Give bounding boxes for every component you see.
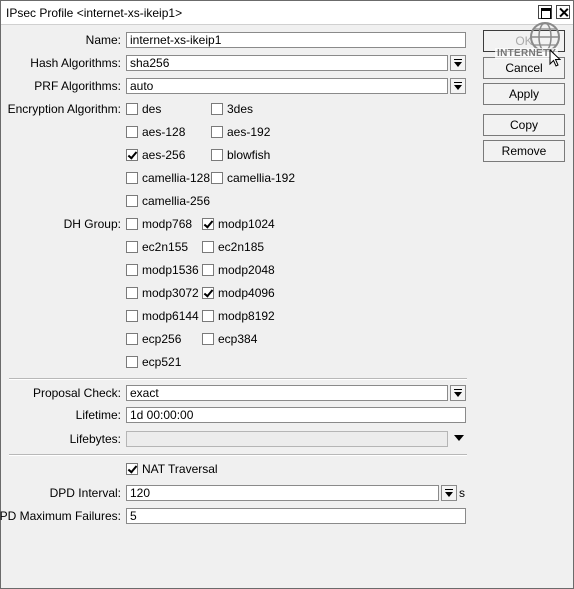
encryption-camellia-128-checkbox[interactable] xyxy=(126,172,138,184)
encryption-camellia-256-label: camellia-256 xyxy=(142,194,211,208)
proposal-check-select[interactable]: exact xyxy=(126,385,448,401)
encryption-des-label: des xyxy=(142,102,162,116)
dh-group-ecp384-label: ecp384 xyxy=(218,332,258,346)
remove-button[interactable]: Remove xyxy=(483,140,565,162)
hash-algorithms-label: Hash Algorithms: xyxy=(30,56,121,70)
dh-group-ecp521-label: ecp521 xyxy=(142,355,182,369)
dh-group-modp768-checkbox[interactable] xyxy=(126,218,138,230)
dh-group-modp2048-label: modp2048 xyxy=(218,263,275,277)
prf-algorithms-select[interactable]: auto xyxy=(126,78,448,94)
encryption-des-checkbox[interactable] xyxy=(126,103,138,115)
dh-group-modp6144-label: modp6144 xyxy=(142,309,199,323)
close-icon[interactable] xyxy=(556,5,570,19)
encryption-camellia-192-checkbox[interactable] xyxy=(211,172,223,184)
dpd-interval-label: DPD Interval: xyxy=(49,486,121,500)
ipsec-profile-window: IPsec Profile <internet-xs-ikeip1> Name:… xyxy=(0,0,574,589)
dh-group-modp1024-label: modp1024 xyxy=(218,217,275,231)
dh-group-modp1536-label: modp1536 xyxy=(142,263,199,277)
dh-group-modp8192-label: modp8192 xyxy=(218,309,275,323)
dh-group-ecp256-label: ecp256 xyxy=(142,332,182,346)
encryption-algorithm-label: Encryption Algorithm: xyxy=(7,102,121,116)
encryption-blowfish-checkbox[interactable] xyxy=(211,149,223,161)
dpd-maximum-failures-label: DPD Maximum Failures: xyxy=(0,509,121,523)
encryption-3des-label: 3des xyxy=(227,102,254,116)
dh-group-ec2n185-label: ec2n185 xyxy=(218,240,265,254)
encryption-aes-128-label: aes-128 xyxy=(142,125,186,139)
encryption-camellia-128-label: camellia-128 xyxy=(142,171,211,185)
proposal-check-dropdown-icon[interactable] xyxy=(450,385,466,401)
nat-traversal-label: NAT Traversal xyxy=(142,462,218,476)
name-input[interactable]: internet-xs-ikeip1 xyxy=(126,32,466,48)
proposal-check-label: Proposal Check: xyxy=(32,386,121,400)
dh-group-modp1024-checkbox[interactable] xyxy=(202,218,214,230)
dh-group-ecp256-checkbox[interactable] xyxy=(126,333,138,345)
lifebytes-expand-icon[interactable] xyxy=(454,435,464,441)
hash-algorithms-dropdown-icon[interactable] xyxy=(450,55,466,71)
dh-group-modp8192-checkbox[interactable] xyxy=(202,310,214,322)
dh-group-modp768-label: modp768 xyxy=(142,217,193,231)
dpd-interval-dropdown-icon[interactable] xyxy=(441,485,457,501)
separator xyxy=(9,378,467,380)
encryption-blowfish-label: blowfish xyxy=(227,148,271,162)
title-bar[interactable]: IPsec Profile <internet-xs-ikeip1> xyxy=(1,1,573,25)
name-label: Name: xyxy=(85,33,121,47)
lifebytes-input[interactable] xyxy=(126,431,448,447)
dh-group-ec2n155-label: ec2n155 xyxy=(142,240,189,254)
nat-traversal-checkbox[interactable] xyxy=(126,463,138,475)
dpd-interval-input[interactable]: 120 xyxy=(126,485,439,501)
dh-group-ec2n155-checkbox[interactable] xyxy=(126,241,138,253)
lifetime-input[interactable]: 1d 00:00:00 xyxy=(126,407,466,423)
mouse-cursor-icon xyxy=(549,49,562,67)
maximize-icon[interactable] xyxy=(538,5,552,19)
window-title: IPsec Profile <internet-xs-ikeip1> xyxy=(6,6,183,20)
encryption-camellia-192-label: camellia-192 xyxy=(227,171,296,185)
copy-button[interactable]: Copy xyxy=(483,114,565,136)
dh-group-modp2048-checkbox[interactable] xyxy=(202,264,214,276)
dh-group-modp3072-label: modp3072 xyxy=(142,286,199,300)
dh-group-label: DH Group: xyxy=(63,217,121,231)
dh-group-modp6144-checkbox[interactable] xyxy=(126,310,138,322)
encryption-aes-192-checkbox[interactable] xyxy=(211,126,223,138)
hash-algorithms-select[interactable]: sha256 xyxy=(126,55,448,71)
lifetime-label: Lifetime: xyxy=(75,408,121,422)
dh-group-ec2n185-checkbox[interactable] xyxy=(202,241,214,253)
dpd-interval-unit: s xyxy=(459,486,465,500)
dh-group-modp4096-checkbox[interactable] xyxy=(202,287,214,299)
encryption-3des-checkbox[interactable] xyxy=(211,103,223,115)
apply-button[interactable]: Apply xyxy=(483,83,565,105)
prf-algorithms-label: PRF Algorithms: xyxy=(34,79,121,93)
dh-group-ecp521-checkbox[interactable] xyxy=(126,356,138,368)
encryption-camellia-256-checkbox[interactable] xyxy=(126,195,138,207)
encryption-aes-128-checkbox[interactable] xyxy=(126,126,138,138)
dpd-maximum-failures-input[interactable]: 5 xyxy=(126,508,466,524)
dh-group-ecp384-checkbox[interactable] xyxy=(202,333,214,345)
encryption-aes-256-checkbox[interactable] xyxy=(126,149,138,161)
dh-group-modp4096-label: modp4096 xyxy=(218,286,275,300)
dh-group-modp1536-checkbox[interactable] xyxy=(126,264,138,276)
encryption-aes-192-label: aes-192 xyxy=(227,125,271,139)
encryption-aes-256-label: aes-256 xyxy=(142,148,186,162)
prf-algorithms-dropdown-icon[interactable] xyxy=(450,78,466,94)
lifebytes-label: Lifebytes: xyxy=(69,432,121,446)
separator xyxy=(9,454,467,456)
dh-group-modp3072-checkbox[interactable] xyxy=(126,287,138,299)
